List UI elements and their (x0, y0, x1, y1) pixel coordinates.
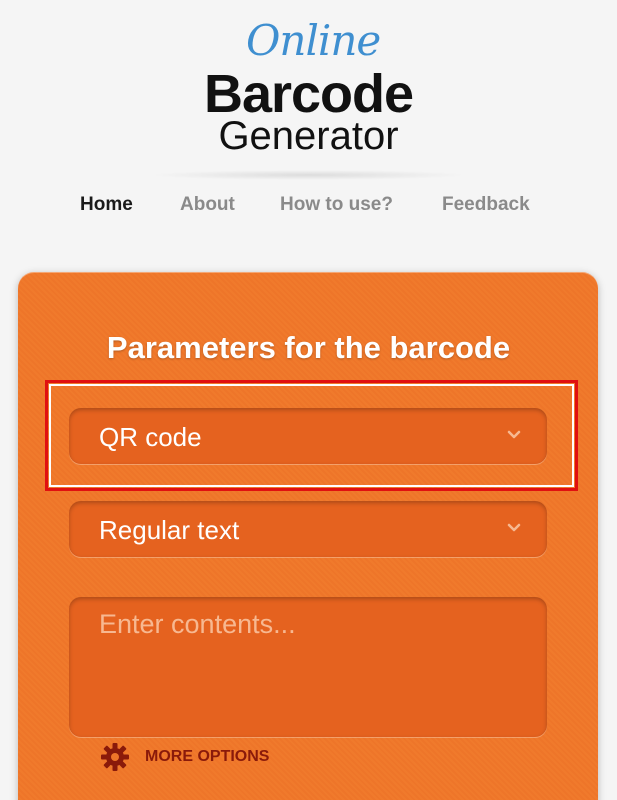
nav-how-to-use[interactable]: How to use? (280, 194, 393, 216)
panel-title: Parameters for the barcode (106, 330, 511, 365)
site-logo[interactable]: Online Barcode Generator (0, 0, 617, 170)
nav-about[interactable]: About (180, 194, 235, 216)
chevron-down-icon (507, 430, 521, 439)
content-type-select[interactable]: Regular text (69, 501, 547, 557)
content-type-value: Regular text (99, 515, 240, 545)
chevron-down-icon (507, 523, 521, 532)
contents-placeholder: Enter contents... (99, 609, 296, 639)
more-options-label: MORE OPTIONS (145, 748, 270, 765)
header-divider (150, 170, 467, 180)
logo-generator-text: Generator (218, 114, 399, 158)
barcode-type-select[interactable]: QR code (69, 408, 547, 464)
logo-online-text: Online (246, 16, 381, 65)
main-nav: Home About How to use? Feedback (0, 190, 617, 220)
barcode-type-value: QR code (99, 422, 202, 452)
nav-feedback[interactable]: Feedback (442, 194, 530, 216)
gear-icon (101, 743, 129, 771)
nav-home[interactable]: Home (80, 194, 133, 216)
contents-textarea[interactable]: Enter contents... (69, 597, 547, 737)
